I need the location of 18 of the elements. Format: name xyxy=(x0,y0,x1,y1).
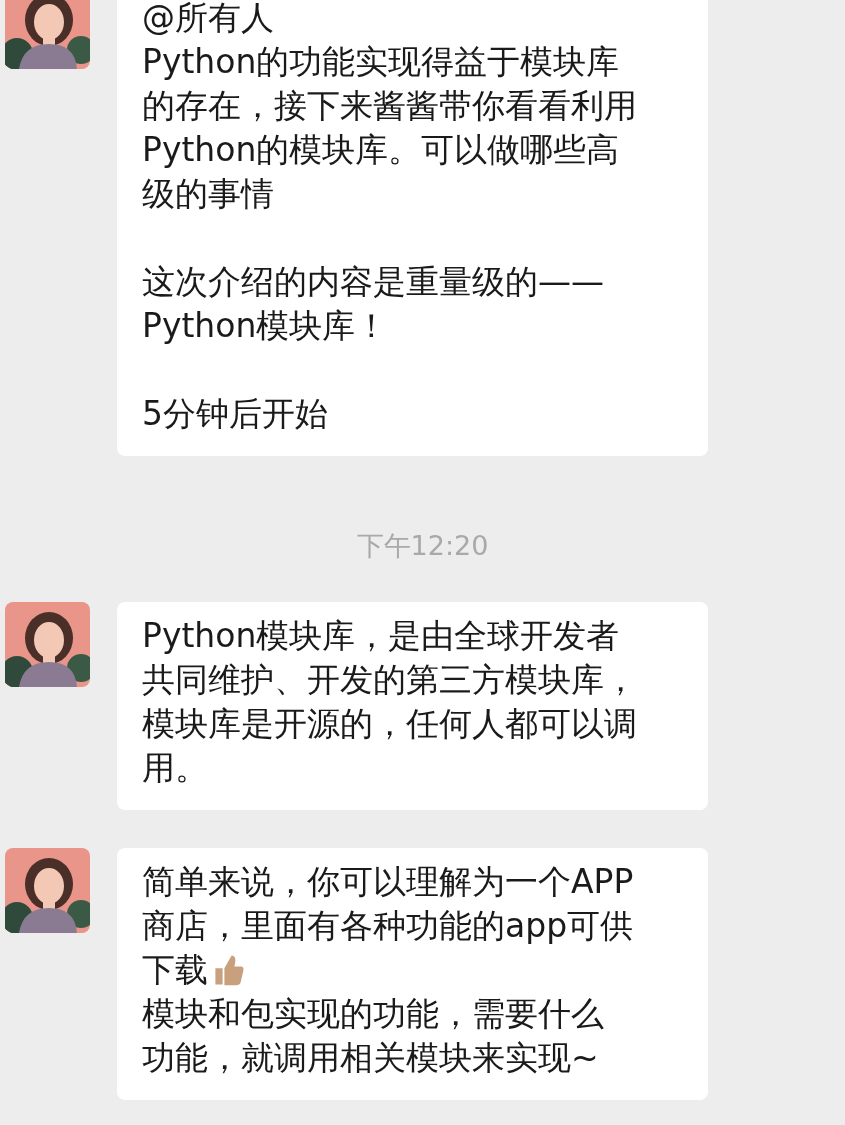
message-text: 简单来说，你可以理解为一个APP xyxy=(142,861,634,903)
message-text: 商店，里面有各种功能的app可供 xyxy=(142,905,634,947)
message-text: 模块和包实现的功能，需要什么 xyxy=(142,993,604,1035)
message-text: Python模块库，是由全球开发者 xyxy=(142,615,620,657)
message-text: Python的模块库。可以做哪些高 xyxy=(142,129,620,171)
message-text: Python的功能实现得益于模块库 xyxy=(142,41,620,83)
message-text: 5分钟后开始 xyxy=(142,393,328,435)
message-text: 用。 xyxy=(142,747,208,789)
message-text: Python模块库！ xyxy=(142,305,389,347)
message-text: 模块库是开源的，任何人都可以调 xyxy=(142,703,637,745)
message-text: 这次介绍的内容是重量级的—— xyxy=(142,261,604,303)
message-text: 下载 xyxy=(142,949,208,991)
message-text: 的存在，接下来酱酱带你看看利用 xyxy=(142,85,637,127)
message-text: @所有人 xyxy=(142,0,274,39)
message-text: 级的事情 xyxy=(142,173,274,215)
timestamp: 下午12:20 xyxy=(356,529,489,563)
message-text: 共同维护、开发的第三方模块库， xyxy=(142,659,637,701)
message-text: 功能，就调用相关模块来实现~ xyxy=(142,1037,599,1079)
